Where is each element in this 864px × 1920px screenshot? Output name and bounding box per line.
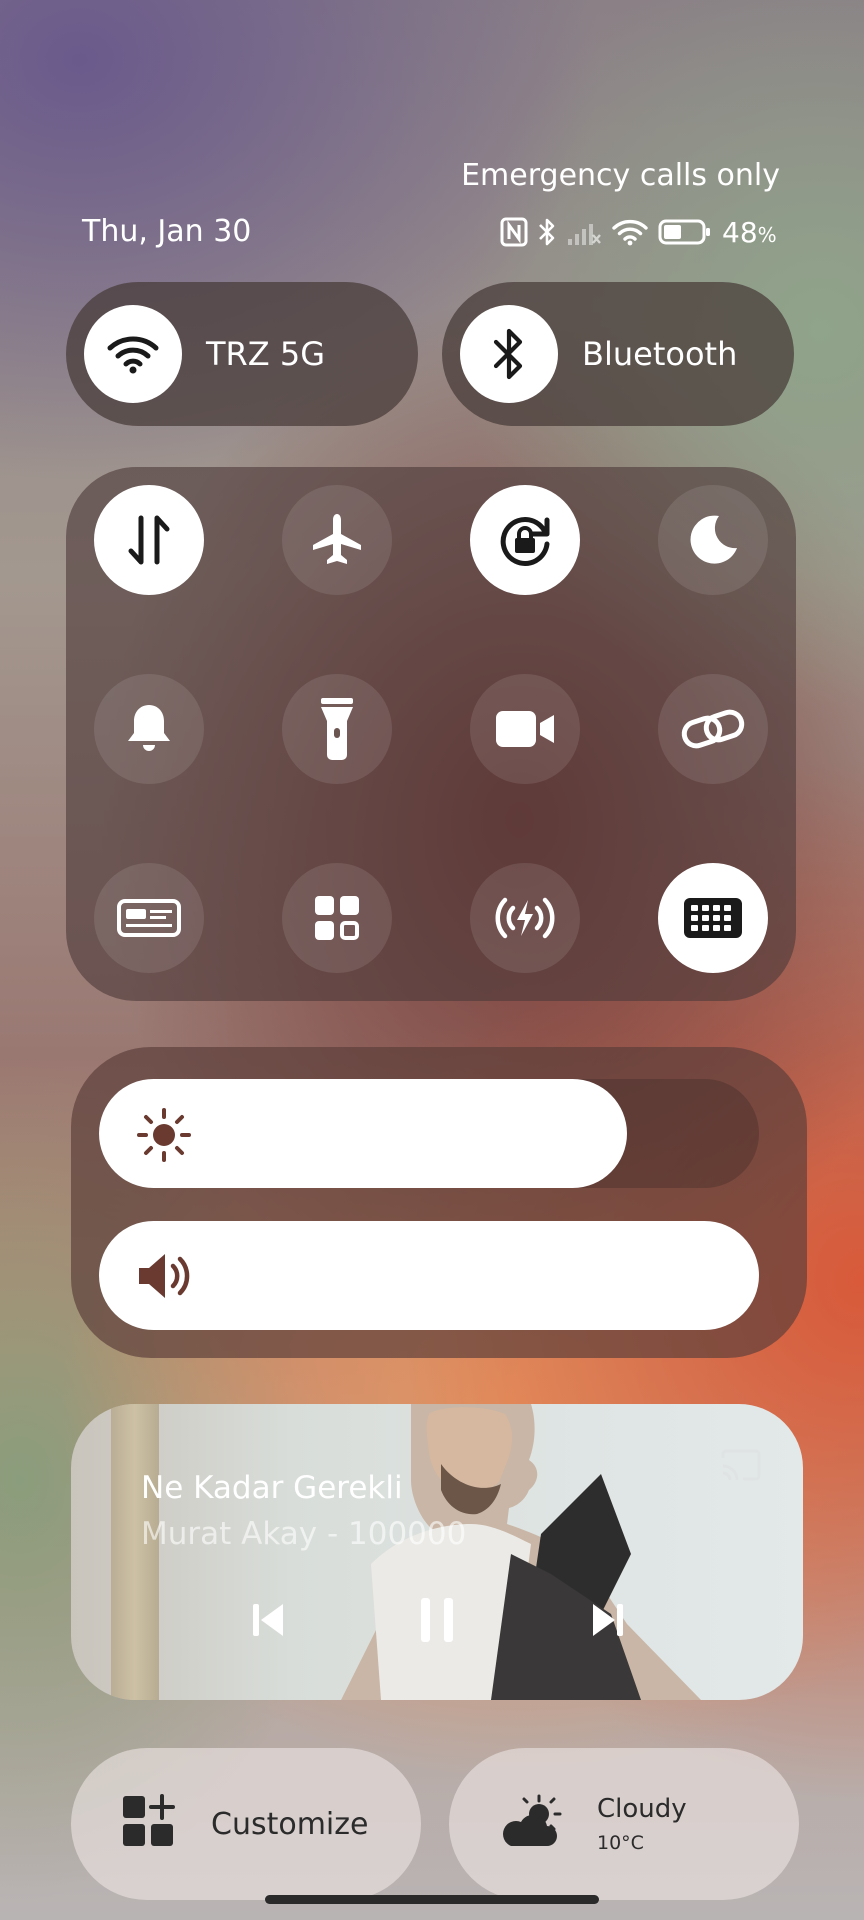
weather-text: Cloudy 10°C [597,1794,687,1854]
battery-icon [658,218,712,246]
weather-widget[interactable]: Cloudy 10°C [449,1748,799,1900]
bluetooth-toggle[interactable]: Bluetooth [442,282,794,426]
bluetooth-icon [493,328,523,380]
tile-sound[interactable] [94,674,204,784]
tile-apps[interactable] [282,863,392,973]
bluetooth-icon [538,216,556,248]
pause-icon[interactable] [417,1596,457,1648]
status-icons: 48% [500,214,777,250]
wifi-label: TRZ 5G [206,335,326,373]
add-widget-icon [121,1794,177,1854]
customize-button[interactable]: Customize [71,1748,421,1900]
tile-media-output[interactable] [94,863,204,973]
tile-mobile-data[interactable] [94,485,204,595]
battery-percentage: 48% [722,215,777,249]
apps-grid-icon [315,896,359,940]
network-status: Emergency calls only [461,158,780,193]
bluetooth-circle [460,305,558,403]
album-art [341,1404,701,1700]
volume-slider[interactable] [99,1221,759,1330]
sliders-panel [71,1047,807,1358]
tile-airplane-mode[interactable] [282,485,392,595]
tile-reverse-charging[interactable] [470,863,580,973]
media-player[interactable]: Ne Kadar Gerekli Murat Akay - 100000 [71,1404,803,1700]
album-art-background [111,1404,159,1700]
weather-condition: Cloudy [597,1794,687,1824]
song-title: Ne Kadar Gerekli [141,1470,403,1506]
video-camera-icon [496,711,554,747]
song-artist: Murat Akay - 100000 [141,1516,467,1552]
customize-label: Customize [211,1806,369,1842]
brightness-slider[interactable] [99,1079,759,1188]
link-icon [681,709,745,749]
wifi-circle [84,305,182,403]
wifi-icon [612,218,648,246]
home-indicator[interactable] [265,1895,599,1904]
rotation-lock-icon [500,517,550,566]
volume-fill [99,1221,759,1330]
airplane-icon [313,514,361,564]
moon-icon [690,515,737,564]
nfc-icon [500,217,528,247]
cast-icon[interactable] [719,1448,763,1486]
partly-cloudy-icon [497,1794,567,1854]
tile-do-not-disturb[interactable] [658,485,768,595]
bell-icon [128,705,170,751]
weather-temperature: 10°C [597,1832,644,1854]
wifi-toggle[interactable]: TRZ 5G [66,282,418,426]
wifi-icon [107,336,159,374]
flashlight-icon [321,698,353,760]
keypad-icon [684,898,742,938]
signal-off-icon [566,217,602,247]
tile-rotation-lock[interactable] [470,485,580,595]
tile-screen-recorder[interactable] [470,674,580,784]
speaker-icon [135,1248,197,1308]
next-icon[interactable] [589,1600,625,1644]
sun-icon [135,1106,193,1168]
date-label: Thu, Jan 30 [82,214,252,249]
tile-flashlight[interactable] [282,674,392,784]
quick-settings-panel [66,467,796,1001]
previous-icon[interactable] [251,1600,287,1644]
nearby-share-icon [495,897,555,939]
mobile-data-icon [128,515,170,565]
tile-keypad[interactable] [658,863,768,973]
bluetooth-label: Bluetooth [582,335,738,373]
card-icon [117,899,181,937]
tile-link[interactable] [658,674,768,784]
